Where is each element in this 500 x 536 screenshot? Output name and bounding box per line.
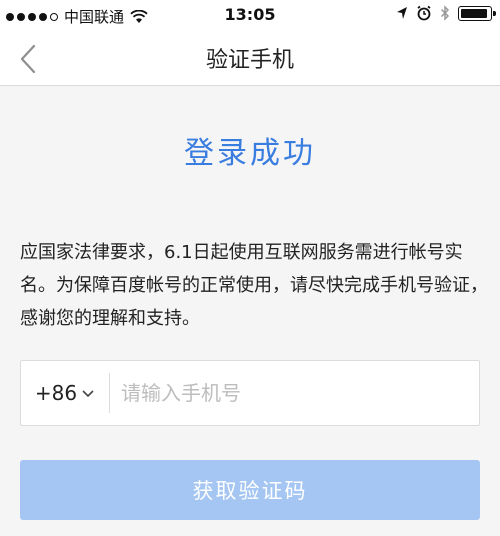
phone-number-input[interactable] bbox=[121, 373, 471, 413]
alarm-icon bbox=[417, 5, 431, 21]
page-title: 验证手机 bbox=[205, 48, 294, 73]
phone-input-group: +86 bbox=[20, 360, 480, 426]
chevron-down-icon bbox=[82, 390, 94, 398]
location-arrow-icon bbox=[397, 7, 407, 19]
get-verification-code-button[interactable]: 获取验证码 bbox=[20, 460, 480, 520]
country-code-selector[interactable]: +86 bbox=[21, 361, 109, 425]
verification-notice: 应国家法律要求，6.1日起使用互联网服务需进行帐号实名。为保障百度帐号的正常使用… bbox=[20, 242, 488, 329]
nav-bar: 验证手机 bbox=[0, 30, 500, 86]
country-code-label: +86 bbox=[34, 381, 78, 405]
status-bar: 中国联通 13:05 bbox=[0, 0, 500, 30]
status-right bbox=[396, 5, 496, 21]
divider bbox=[109, 373, 110, 413]
login-success-title: 登录成功 bbox=[184, 136, 316, 171]
bluetooth-icon bbox=[440, 5, 450, 21]
battery-icon bbox=[458, 5, 496, 21]
